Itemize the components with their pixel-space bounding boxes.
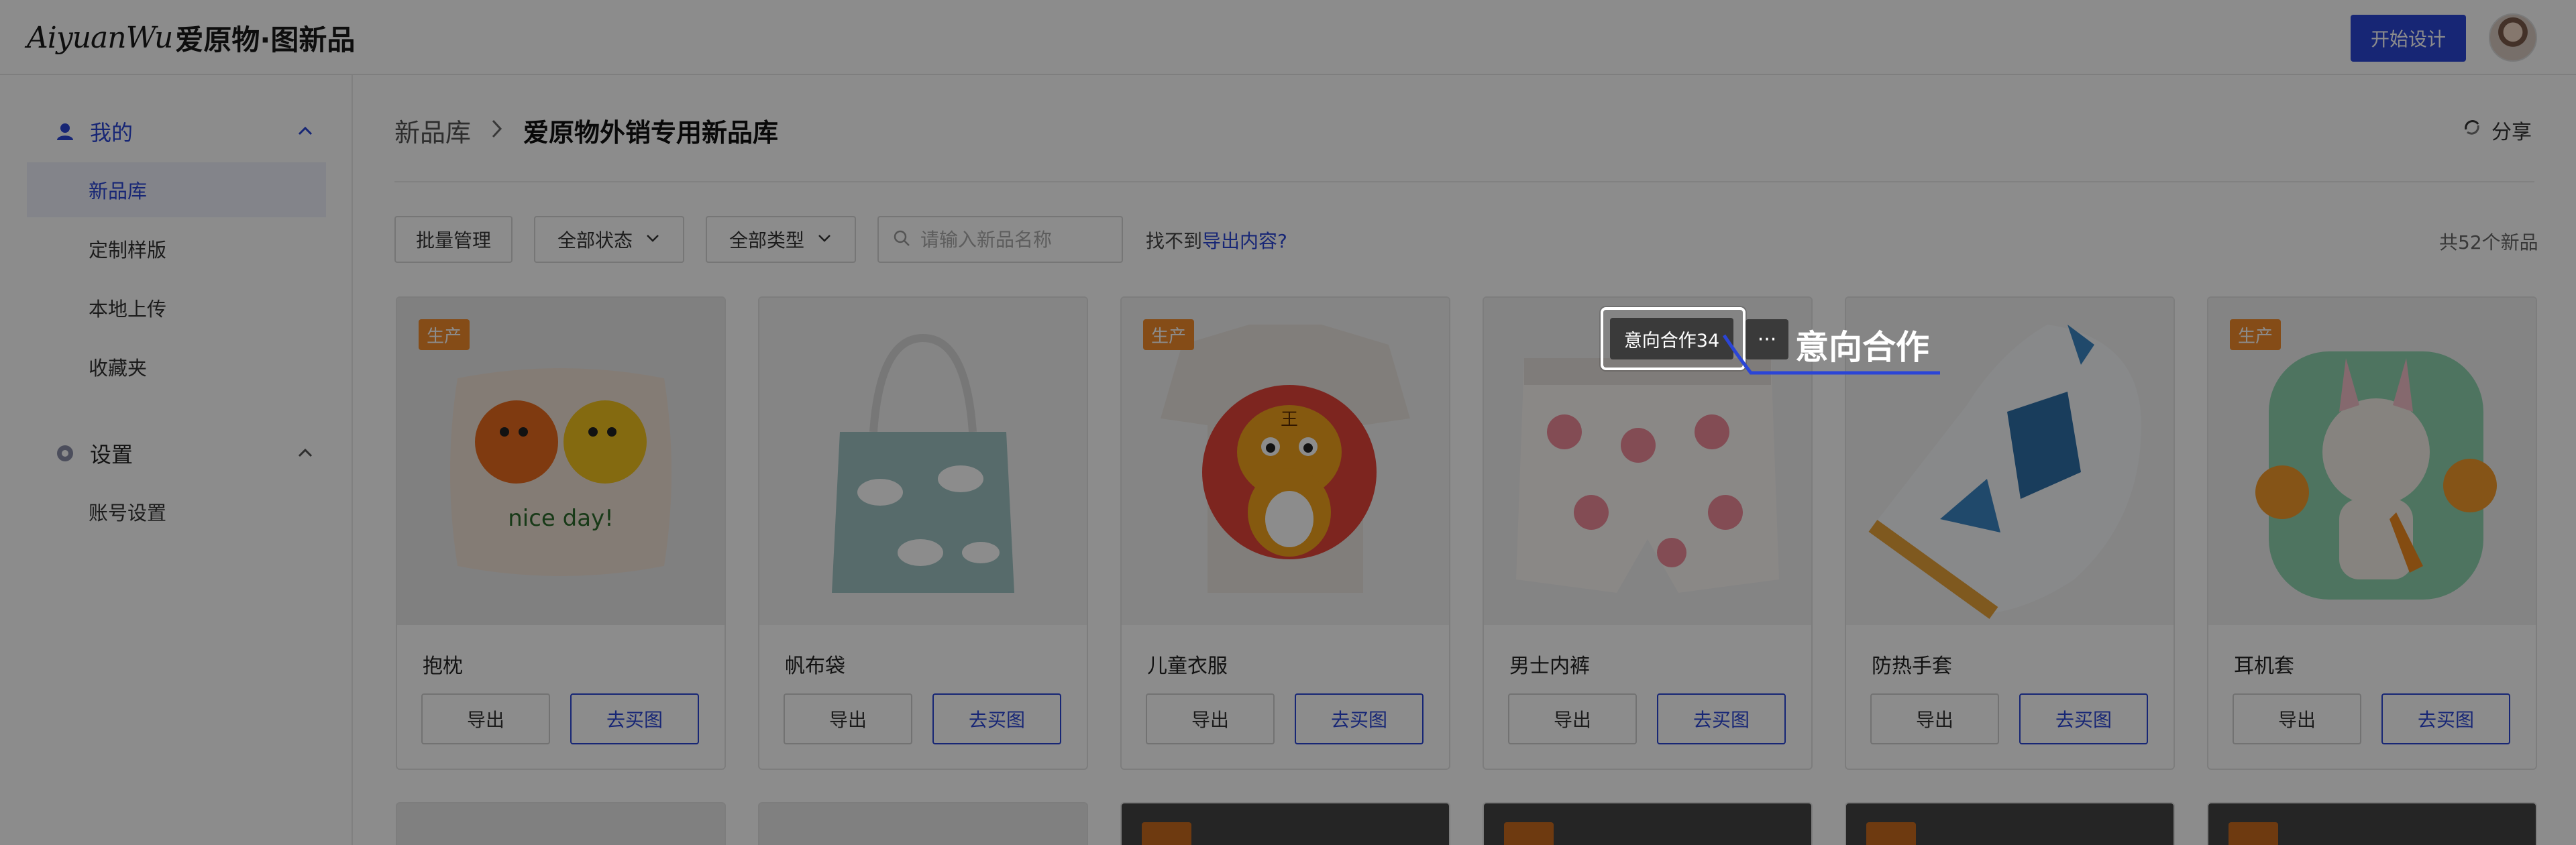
guide-overlay-mask[interactable] (0, 0, 2576, 845)
guide-callout-text: 意向合作 (1795, 328, 1929, 367)
intent-tag-chip[interactable]: 意向合作34 (1610, 318, 1733, 359)
